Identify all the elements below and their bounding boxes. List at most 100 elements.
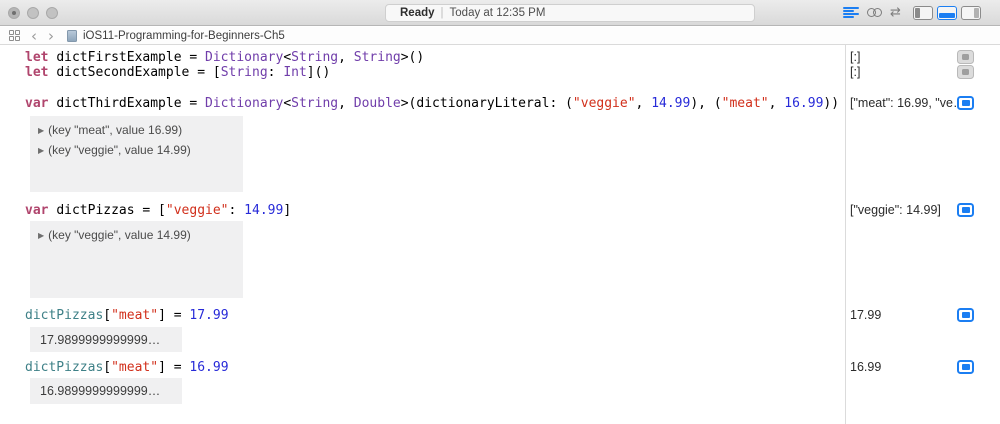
result-value: [:] xyxy=(850,50,861,64)
close-dot-icon xyxy=(12,11,16,15)
jump-bar: ‹ › iOS11-Programming-for-Beginners-Ch5 xyxy=(0,27,1000,45)
code-token: : xyxy=(267,65,284,80)
code-token: >(dictionaryLiteral: ( xyxy=(400,96,573,111)
code-token: "meat" xyxy=(111,360,159,375)
result-value: ["veggie": 14.99] xyxy=(850,203,941,217)
code-token: 16.99 xyxy=(784,96,824,111)
code-token: dictFirstExample = xyxy=(56,50,206,65)
code-line[interactable]: dictPizzas["meat"] = 16.99 xyxy=(25,360,229,375)
code-line[interactable]: let dictSecondExample = [String: Int]() xyxy=(25,65,330,80)
result-value: 16.99 xyxy=(850,360,882,374)
code-token: let xyxy=(25,50,57,65)
build-status-text: Ready xyxy=(400,7,435,19)
show-result-button[interactable] xyxy=(957,65,974,79)
navigator-panel-button[interactable] xyxy=(913,6,933,20)
show-result-button[interactable] xyxy=(957,50,974,64)
show-result-icon xyxy=(961,312,970,318)
code-line[interactable]: var dictPizzas = ["veggie": 14.99] xyxy=(25,203,291,218)
code-token: String xyxy=(353,50,401,65)
code-token: Dictionary xyxy=(205,96,284,111)
minimize-window-button[interactable] xyxy=(27,7,39,19)
code-token: String xyxy=(291,50,339,65)
code-token: dictSecondExample = [ xyxy=(56,65,221,80)
code-token: 16.99 xyxy=(189,360,229,375)
titlebar: Ready | Today at 12:35 PM ⇄ xyxy=(0,0,1000,26)
related-items-icon[interactable] xyxy=(9,30,20,41)
inline-result-box[interactable]: ▶ (key "veggie", value 14.99) xyxy=(30,221,243,298)
code-token: , xyxy=(338,50,354,65)
code-token: ] xyxy=(283,203,292,218)
inline-result-text: 17.9899999999999… xyxy=(40,332,161,347)
code-token: 17.99 xyxy=(189,308,229,323)
disclosure-triangle-icon[interactable]: ▶ xyxy=(38,146,44,155)
inline-result-row: 16.9899999999999… xyxy=(30,378,182,403)
code-token: ), ( xyxy=(690,96,722,111)
show-result-button[interactable] xyxy=(957,360,974,374)
code-token: String xyxy=(291,96,339,111)
disclosure-triangle-icon[interactable]: ▶ xyxy=(38,126,44,135)
code-token: 14.99 xyxy=(244,203,284,218)
code-token: [ xyxy=(103,360,112,375)
code-token: dictPizzas = [ xyxy=(56,203,166,218)
disclosure-triangle-icon[interactable]: ▶ xyxy=(38,231,44,240)
inline-result-row: ▶ (key "veggie", value 14.99) xyxy=(30,140,243,160)
version-editor-button[interactable]: ⇄ xyxy=(890,6,901,19)
show-result-button[interactable] xyxy=(957,203,974,217)
code-token: < xyxy=(283,96,292,111)
back-chevron-icon[interactable]: ‹ xyxy=(31,28,37,43)
show-result-icon xyxy=(962,69,969,75)
code-token: ] = xyxy=(158,360,190,375)
code-token: ]() xyxy=(306,65,331,80)
inline-result-text: (key "veggie", value 14.99) xyxy=(48,228,191,242)
code-token: var xyxy=(25,96,57,111)
code-token: >() xyxy=(400,50,425,65)
standard-editor-button[interactable] xyxy=(843,6,859,19)
code-token: Int xyxy=(283,65,307,80)
inline-result-text: (key "meat", value 16.99) xyxy=(48,123,183,137)
inline-result-row: 17.9899999999999… xyxy=(30,327,182,352)
code-token: "meat" xyxy=(721,96,769,111)
inline-result-box[interactable]: 16.9899999999999… xyxy=(30,378,182,404)
code-token: , xyxy=(338,96,354,111)
code-token: )) xyxy=(823,96,840,111)
code-token: : xyxy=(228,203,245,218)
assistant-editor-button[interactable] xyxy=(867,8,882,17)
code-token: "veggie" xyxy=(572,96,636,111)
activity-viewer: Ready | Today at 12:35 PM xyxy=(385,4,755,22)
close-window-button[interactable] xyxy=(8,7,20,19)
code-token: 14.99 xyxy=(651,96,691,111)
utilities-panel-button[interactable] xyxy=(961,6,981,20)
code-token: ] = xyxy=(158,308,190,323)
code-line[interactable]: let dictFirstExample = Dictionary<String… xyxy=(25,50,424,65)
code-token: String xyxy=(220,65,268,80)
inline-result-text: 16.9899999999999… xyxy=(40,383,161,398)
code-token: dictThirdExample = xyxy=(56,96,206,111)
result-value: [:] xyxy=(850,65,861,79)
result-value: 17.99 xyxy=(850,308,882,322)
code-token: Dictionary xyxy=(205,50,284,65)
forward-chevron-icon[interactable]: › xyxy=(48,28,54,43)
inline-result-box[interactable]: 17.9899999999999… xyxy=(30,327,182,352)
code-token: , xyxy=(635,96,652,111)
debug-area-button[interactable] xyxy=(937,6,957,20)
code-line[interactable]: dictPizzas["meat"] = 17.99 xyxy=(25,308,229,323)
status-timestamp: Today at 12:35 PM xyxy=(449,7,546,19)
editor-mode-buttons: ⇄ xyxy=(843,6,901,19)
inline-result-text: (key "veggie", value 14.99) xyxy=(48,143,191,157)
code-line[interactable]: var dictThirdExample = Dictionary<String… xyxy=(25,96,839,111)
show-result-button[interactable] xyxy=(957,308,974,322)
result-value: ["meat": 16.99, "ve… xyxy=(850,96,957,110)
code-token: < xyxy=(283,50,292,65)
results-sidebar-divider xyxy=(845,45,846,424)
show-result-icon xyxy=(961,100,970,106)
code-token: "veggie" xyxy=(165,203,229,218)
code-token: let xyxy=(25,65,57,80)
show-result-icon xyxy=(961,364,970,370)
inline-result-box[interactable]: ▶ (key "meat", value 16.99) ▶ (key "veggie"… xyxy=(30,116,243,192)
status-separator: | xyxy=(440,7,444,19)
show-result-button[interactable] xyxy=(957,96,974,110)
code-token: Double xyxy=(353,96,401,111)
zoom-window-button[interactable] xyxy=(46,7,58,19)
breadcrumb-file-name[interactable]: iOS11-Programming-for-Beginners-Ch5 xyxy=(83,30,285,42)
inline-result-row: ▶ (key "meat", value 16.99) xyxy=(30,120,243,140)
